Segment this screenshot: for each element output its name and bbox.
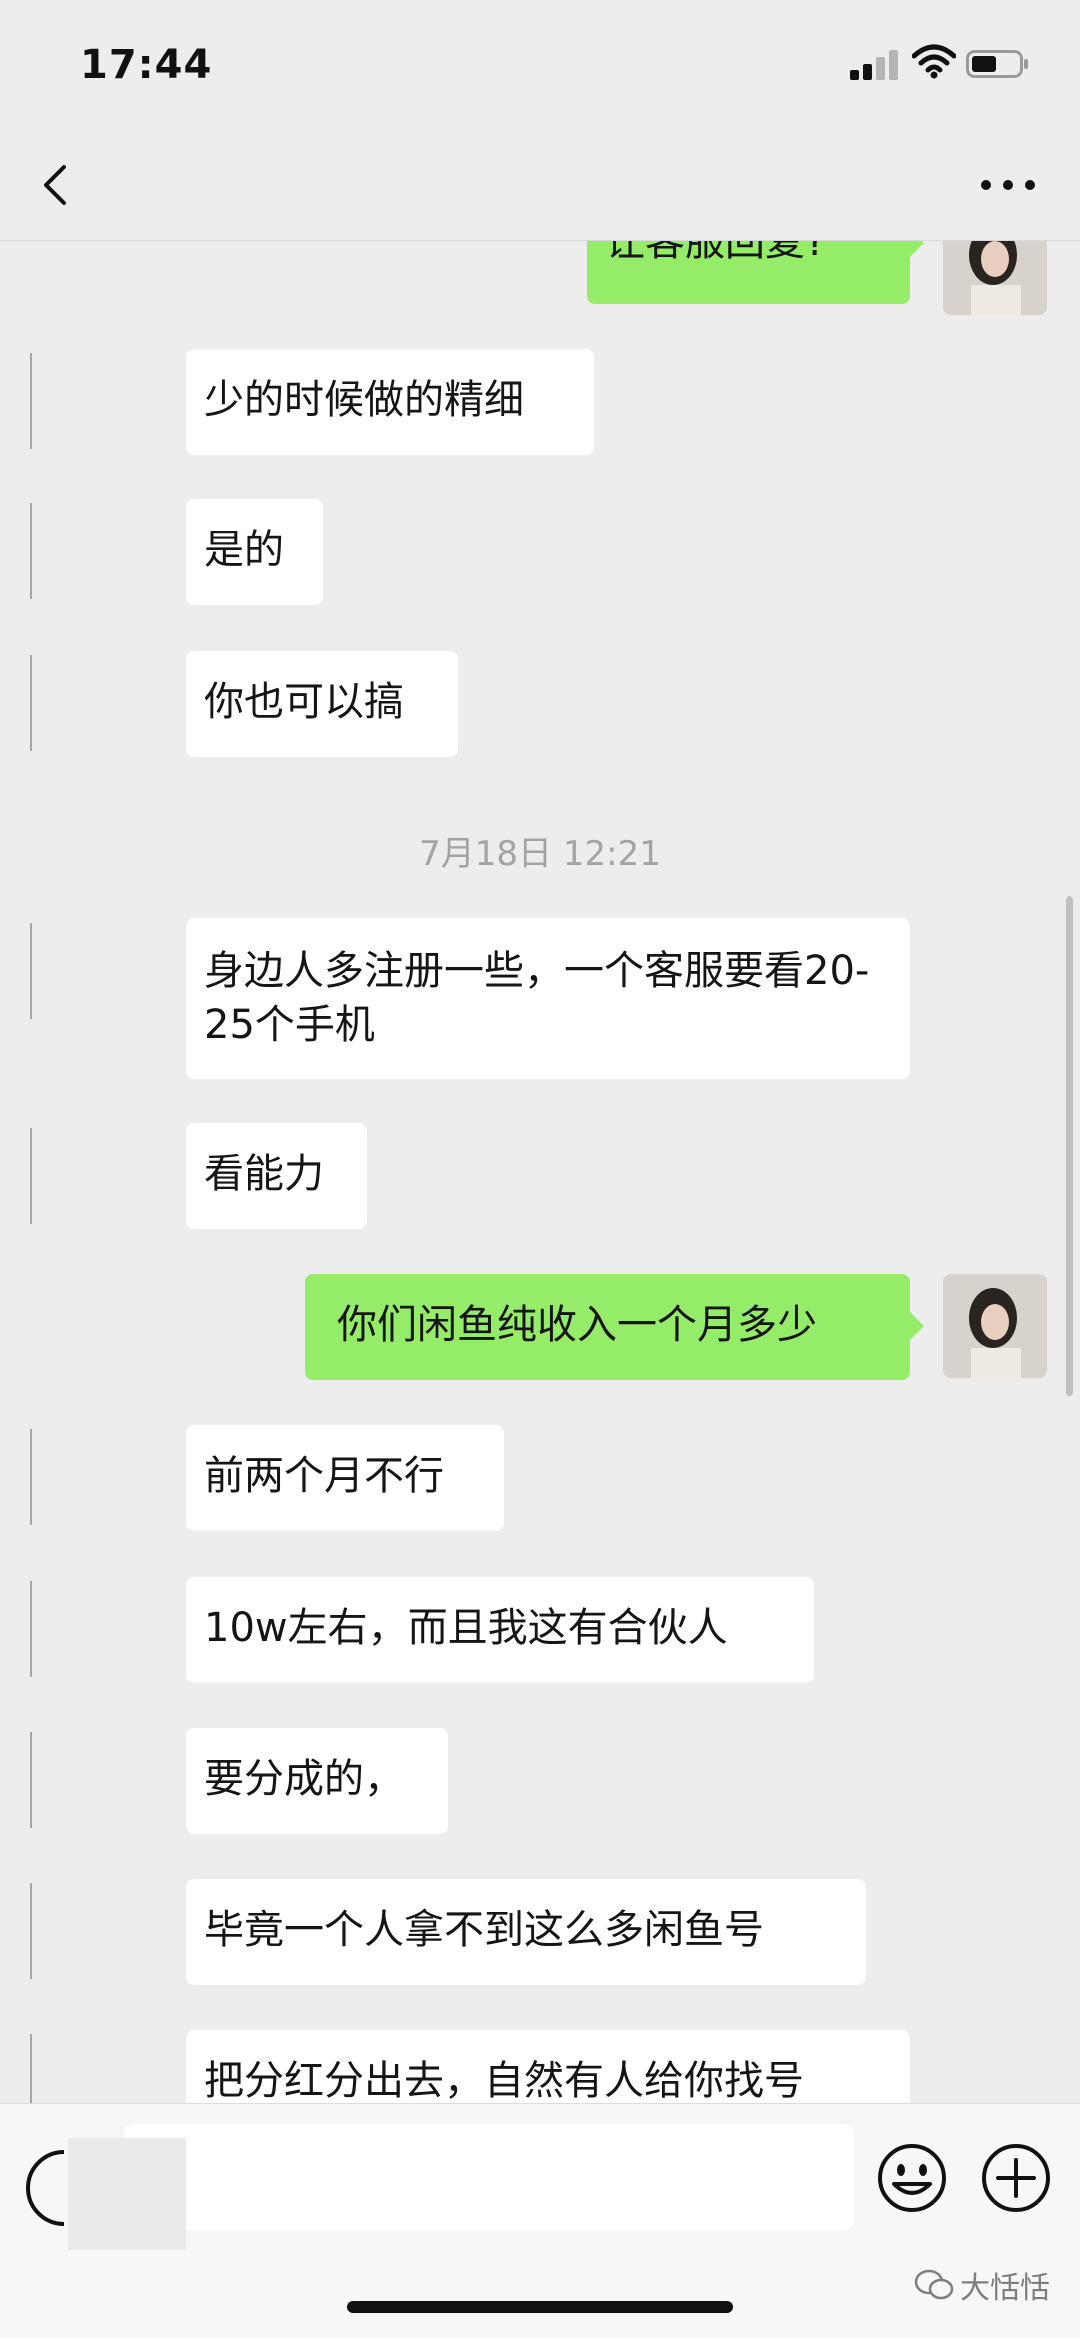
- sender-avatar-placeholder: [30, 2034, 32, 2103]
- outgoing-message-bubble[interactable]: 让客服回复?: [587, 241, 924, 304]
- sender-avatar-placeholder: [30, 353, 32, 449]
- emoji-icon[interactable]: [876, 2142, 948, 2214]
- sender-avatar-placeholder: [30, 503, 32, 599]
- sender-avatar-placeholder: [30, 1581, 32, 1677]
- message-text: 前两个月不行: [204, 1453, 444, 1499]
- voice-icon[interactable]: [26, 2148, 66, 2228]
- sender-avatar-placeholder: [30, 1128, 32, 1224]
- watermark-text: 大恬恬: [960, 2271, 1050, 2306]
- outgoing-message-bubble[interactable]: 你们闲鱼纯收入一个月多少: [305, 1274, 924, 1380]
- watermark: 大恬恬: [914, 2265, 1050, 2306]
- cellular-signal-icon: [850, 48, 902, 80]
- sender-avatar-placeholder: [30, 655, 32, 751]
- sender-avatar-placeholder: [30, 923, 32, 1019]
- message-timestamp: 7月18日 12:21: [419, 834, 661, 874]
- battery-icon: [966, 50, 1028, 78]
- message-text: 毕竟一个人拿不到这么多闲鱼号: [204, 1907, 764, 1953]
- incoming-message-bubble[interactable]: 少的时候做的精细: [186, 349, 594, 455]
- self-avatar[interactable]: [943, 241, 1047, 315]
- input-overlay: [68, 2138, 186, 2250]
- home-indicator[interactable]: [347, 2301, 733, 2313]
- incoming-message-bubble[interactable]: 你也可以搞: [186, 651, 458, 757]
- sender-avatar-placeholder: [30, 1732, 32, 1828]
- message-text: 让客服回复?: [605, 241, 827, 265]
- message-text: 要分成的，: [204, 1756, 404, 1802]
- message-text: 看能力: [204, 1151, 324, 1197]
- more-dots-icon[interactable]: [972, 170, 1044, 200]
- sender-avatar-placeholder: [30, 1883, 32, 1979]
- message-input[interactable]: [124, 2124, 854, 2230]
- chevron-left-icon[interactable]: [30, 155, 86, 215]
- incoming-message-bubble[interactable]: 身边人多注册一些，一个客服要看20-25个手机: [186, 918, 910, 1079]
- sender-avatar-placeholder: [30, 1429, 32, 1525]
- incoming-message-bubble[interactable]: 把分红分出去，自然有人给你找号: [186, 2030, 910, 2103]
- incoming-message-bubble[interactable]: 要分成的，: [186, 1728, 448, 1834]
- message-text: 是的: [204, 527, 284, 573]
- message-list[interactable]: 让客服回复? 少的时候做的精细 是的 你也可以搞 7月18日 12:21 身边人…: [0, 241, 1080, 2103]
- status-bar: 17:44: [0, 0, 1080, 130]
- plus-icon[interactable]: [980, 2142, 1052, 2214]
- message-text: 少的时候做的精细: [204, 377, 524, 423]
- incoming-message-bubble[interactable]: 是的: [186, 499, 323, 605]
- incoming-message-bubble[interactable]: 10w左右，而且我这有合伙人: [186, 1577, 814, 1683]
- status-time: 17:44: [80, 42, 213, 88]
- incoming-message-bubble[interactable]: 看能力: [186, 1123, 367, 1229]
- wifi-icon: [912, 44, 956, 79]
- message-text: 10w左右，而且我这有合伙人: [204, 1605, 728, 1651]
- incoming-message-bubble[interactable]: 前两个月不行: [186, 1425, 504, 1531]
- message-text: 把分红分出去，自然有人给你找号: [204, 2058, 804, 2103]
- message-text: 你也可以搞: [204, 679, 404, 725]
- message-text: 你们闲鱼纯收入一个月多少: [337, 1302, 817, 1348]
- scrollbar[interactable]: [1066, 896, 1073, 1396]
- wechat-logo-icon: [914, 2269, 954, 2300]
- self-avatar[interactable]: [943, 1274, 1047, 1378]
- incoming-message-bubble[interactable]: 毕竟一个人拿不到这么多闲鱼号: [186, 1879, 866, 1985]
- chat-header: [0, 130, 1080, 241]
- message-text: 身边人多注册一些，一个客服要看20-25个手机: [204, 948, 870, 1048]
